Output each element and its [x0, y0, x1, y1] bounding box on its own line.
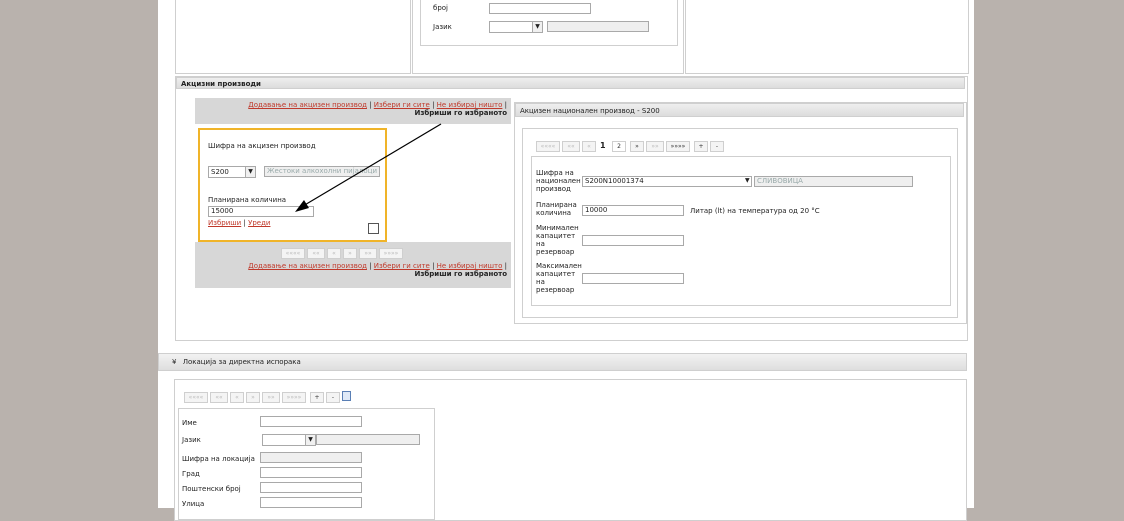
national-qty-input[interactable]: 10000: [582, 205, 684, 216]
max-capacity-input[interactable]: [582, 273, 684, 284]
pager-next-button[interactable]: »: [630, 141, 644, 152]
postal-code-input[interactable]: [260, 482, 362, 493]
calendar-icon[interactable]: [342, 391, 351, 401]
street-input[interactable]: [260, 497, 362, 508]
national-product-header: Акцизен национален производ - S200: [515, 103, 964, 117]
national-pager: «««« «« « 1 2 » »» »»»» + -: [536, 141, 776, 152]
pager-first-button[interactable]: ««««: [536, 141, 560, 152]
pager-prev2-button[interactable]: ««: [210, 392, 228, 403]
pager-next2-button[interactable]: »»: [646, 141, 664, 152]
pager-prev-button[interactable]: «: [582, 141, 596, 152]
location-code-input: [260, 452, 362, 463]
pager-prev-button[interactable]: «: [230, 392, 244, 403]
street-label: Улица: [182, 500, 205, 508]
remove-button[interactable]: -: [326, 392, 340, 403]
name-label: Име: [182, 419, 197, 427]
location-code-label: Шифра на локација: [182, 455, 255, 463]
pager-next-button[interactable]: »: [246, 392, 260, 403]
pager-prev2-button[interactable]: ««: [562, 141, 580, 152]
national-code-label: Шифра на национален производ: [536, 169, 581, 193]
national-product-title: Акцизен национален производ - S200: [520, 107, 660, 115]
min-capacity-input[interactable]: [582, 235, 684, 246]
chevron-double-down-icon: ¥: [172, 358, 177, 366]
pager-first-button[interactable]: ««««: [184, 392, 208, 403]
language-label: Јазик: [182, 436, 201, 444]
remove-button[interactable]: -: [710, 141, 724, 152]
page-2-button[interactable]: 2: [612, 141, 626, 152]
add-button[interactable]: +: [310, 392, 324, 403]
location-language-select[interactable]: ▼: [262, 434, 316, 446]
pager-last-button[interactable]: »»»»: [282, 392, 306, 403]
chevron-down-icon[interactable]: ▼: [745, 177, 753, 185]
name-input[interactable]: [260, 416, 362, 427]
location-section-title: Локација за директна испорака: [182, 358, 301, 366]
national-qty-unit: Литар (lt) на температура од 20 °C: [690, 207, 820, 215]
postal-code-label: Поштенски број: [182, 485, 241, 493]
pager-last-button[interactable]: »»»»: [666, 141, 690, 152]
page-1-link[interactable]: 1: [600, 141, 606, 150]
national-code-description: СЛИВОВИЦА: [754, 176, 913, 187]
min-capacity-label: Минимален капацитет на резервоар: [536, 224, 579, 256]
location-language-description: [316, 434, 420, 445]
pager-next2-button[interactable]: »»: [262, 392, 280, 403]
page-content: број Јазик ▼ Акцизни производи Додавање …: [158, 0, 974, 521]
location-section-header[interactable]: ¥ Локација за директна испорака: [158, 353, 967, 371]
city-label: Град: [182, 470, 200, 478]
national-qty-label: Планирана количина: [536, 201, 577, 217]
max-capacity-label: Максимален капацитет на резервоар: [536, 262, 582, 294]
chevron-down-icon: ▼: [305, 435, 315, 445]
location-pager: «««« «« « » »» »»»» + -: [184, 391, 424, 403]
add-button[interactable]: +: [694, 141, 708, 152]
city-input[interactable]: [260, 467, 362, 478]
national-code-input[interactable]: S200N10001374: [582, 176, 752, 187]
